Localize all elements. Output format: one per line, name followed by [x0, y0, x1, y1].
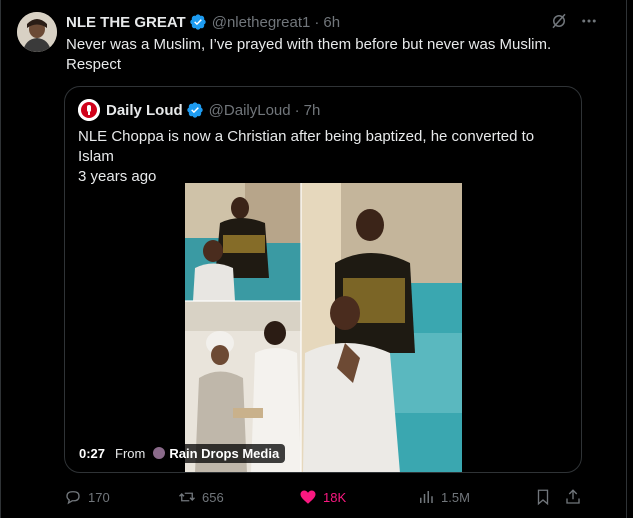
quoted-tweet[interactable]: Daily Loud @DailyLoud · 7h NLE Choppa is…	[64, 86, 582, 473]
video-duration: 0:27	[79, 445, 106, 461]
views-icon	[420, 491, 433, 503]
avatar-image	[17, 12, 57, 52]
repost-button[interactable]: 656	[178, 488, 224, 506]
quote-author-name[interactable]: Daily Loud	[106, 102, 183, 119]
tweet-header: NLE THE GREAT @nlethegreat1 · 6h	[66, 11, 617, 33]
source-logo-icon	[153, 447, 166, 459]
daily-loud-logo-icon	[78, 99, 100, 121]
more-icon[interactable]	[579, 11, 599, 31]
tweet-header-actions	[549, 11, 599, 31]
reply-button[interactable]: 170	[64, 488, 110, 506]
separator-dot: ·	[294, 101, 300, 119]
source-name: Rain Drops Media	[169, 445, 280, 461]
views-button[interactable]: 1.5M	[417, 488, 470, 506]
column-border-right	[626, 0, 627, 518]
source-attribution[interactable]: Rain Drops Media	[151, 443, 286, 463]
bookmark-icon	[537, 489, 549, 506]
bookmark-button[interactable]	[534, 488, 552, 506]
like-count: 18K	[323, 489, 347, 505]
separator-dot: ·	[314, 13, 320, 31]
tweet-text: Never was a Muslim, I’ve prayed with the…	[66, 36, 552, 73]
avatar[interactable]	[17, 12, 57, 52]
action-bar: 170 656 18K 1.5M	[64, 486, 586, 508]
quote-timestamp[interactable]: 7h	[304, 102, 321, 119]
view-count: 1.5M	[441, 489, 470, 505]
video-overlay: 0:27 From Rain Drops Media	[79, 442, 286, 464]
video-player[interactable]	[185, 183, 462, 472]
repost-icon	[179, 492, 195, 502]
heart-icon	[300, 490, 316, 504]
reply-icon	[66, 491, 80, 505]
from-label: From	[115, 445, 146, 461]
timestamp[interactable]: 6h	[323, 14, 340, 31]
repost-count: 656	[202, 489, 224, 505]
like-button[interactable]: 18K	[299, 488, 346, 506]
column-border-left	[0, 0, 1, 518]
quote-text: NLE Choppa is now a Christian after bein…	[78, 128, 535, 185]
author-handle[interactable]: @nlethegreat1	[212, 14, 311, 31]
quote-header: Daily Loud @DailyLoud · 7h	[78, 99, 320, 121]
share-button[interactable]	[564, 488, 582, 506]
video-thumbnail	[185, 183, 462, 472]
quote-author-handle[interactable]: @DailyLoud	[209, 102, 291, 119]
share-icon	[566, 489, 580, 504]
quote-avatar[interactable]	[78, 99, 100, 121]
verified-badge-icon[interactable]	[189, 13, 207, 31]
author-name[interactable]: NLE THE GREAT	[66, 14, 186, 31]
grok-icon[interactable]	[549, 11, 569, 31]
reply-count: 170	[88, 489, 110, 505]
verified-badge-icon[interactable]	[186, 101, 204, 119]
